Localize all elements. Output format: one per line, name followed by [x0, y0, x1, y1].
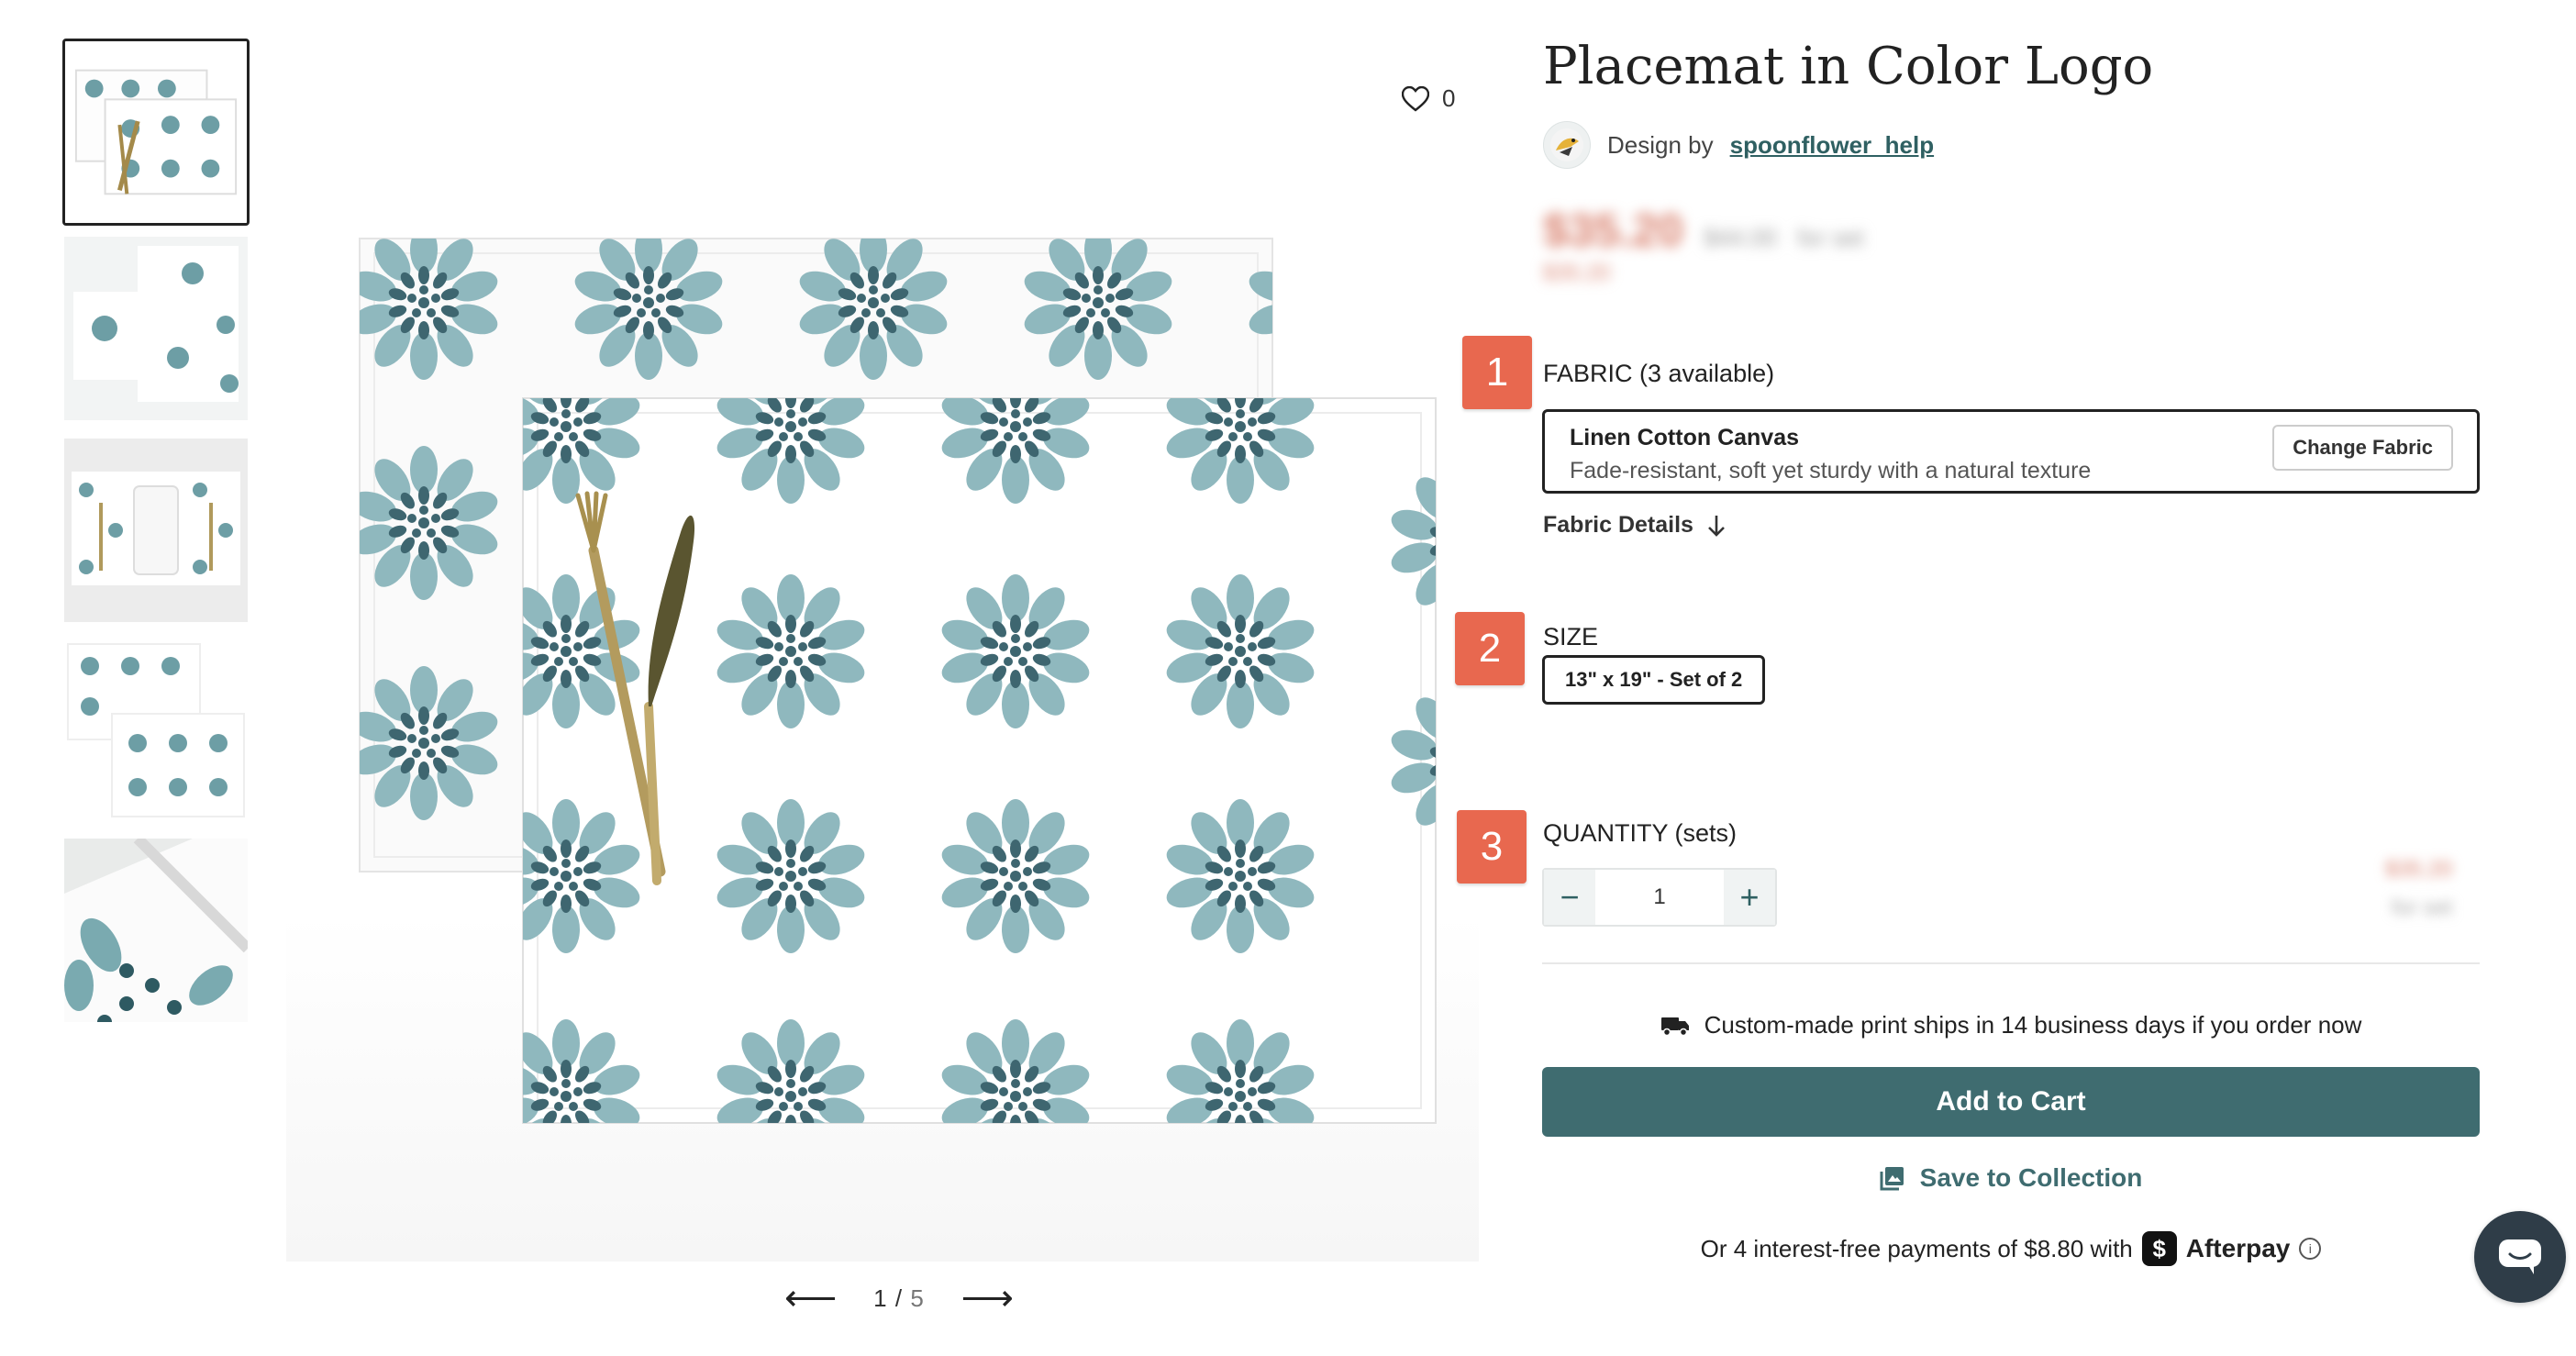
fabric-details-toggle[interactable]: Fabric Details — [1543, 512, 1727, 539]
previous-arrow-icon[interactable]: ⟵ — [784, 1280, 837, 1317]
line-price: $35.20 for set — [2385, 857, 2452, 921]
size-option-button[interactable]: 13" x 19" - Set of 2 — [1542, 655, 1766, 705]
thumbnail-4[interactable] — [64, 640, 248, 824]
afterpay-brand: Afterpay — [2185, 1234, 2291, 1262]
step-badge-2: 2 — [1455, 612, 1525, 685]
page-separator: / — [894, 1284, 904, 1312]
design-by-label: Design by — [1607, 130, 1714, 159]
price-block: $35.20 $44.00 for set $35.20 — [1543, 204, 1864, 286]
quantity-input[interactable]: 1 — [1595, 870, 1724, 925]
afterpay-notice: Or 4 interest-free payments of $8.80 wit… — [1542, 1231, 2480, 1266]
quantity-label: QUANTITY (sets) — [1543, 819, 1738, 847]
chat-bubble-icon — [2499, 1239, 2541, 1274]
placemat-illustration — [359, 238, 1437, 1124]
save-to-collection-label: Save to Collection — [1919, 1163, 2143, 1192]
thumbnail-image — [65, 41, 247, 223]
favorite-control[interactable]: 0 — [1402, 84, 1455, 113]
chat-launcher-button[interactable] — [2474, 1211, 2566, 1303]
arrow-down-icon — [1708, 515, 1725, 537]
step-badge-3: 3 — [1457, 810, 1527, 884]
add-to-cart-button[interactable]: Add to Cart — [1542, 1067, 2480, 1137]
quantity-stepper: − 1 + — [1542, 868, 1777, 927]
line-price-unit: for set — [2391, 895, 2453, 920]
collection-icon — [1880, 1167, 1904, 1191]
product-title: Placemat in Color Logo — [1543, 37, 2154, 96]
step-badge-1: 1 — [1462, 336, 1532, 409]
designer-line: Design by spoonflower_help — [1543, 121, 1934, 169]
image-pager: ⟵ 1 / 5 ⟶ — [784, 1275, 1014, 1321]
info-icon[interactable]: i — [2299, 1238, 2322, 1260]
page-total: 5 — [910, 1284, 925, 1312]
size-label: SIZE — [1543, 623, 1599, 650]
price-sale: $35.20 — [1543, 261, 1611, 285]
fabric-selector[interactable]: Linen Cotton Canvas Fade-resistant, soft… — [1542, 409, 2480, 494]
thumbnail-image — [64, 640, 248, 824]
thumbnail-2[interactable] — [64, 237, 248, 420]
page-indicator: 1 / 5 — [873, 1284, 925, 1313]
page-current: 1 — [873, 1284, 888, 1312]
fabric-details-label: Fabric Details — [1543, 512, 1693, 538]
quantity-decrease-button[interactable]: − — [1544, 870, 1595, 925]
quantity-increase-button[interactable]: + — [1724, 870, 1775, 925]
afterpay-logo-icon: $ — [2141, 1231, 2177, 1266]
save-to-collection-button[interactable]: Save to Collection — [1542, 1163, 2480, 1193]
change-fabric-button[interactable]: Change Fabric — [2272, 425, 2453, 471]
designer-avatar[interactable] — [1543, 121, 1591, 169]
afterpay-text: Or 4 interest-free payments of $8.80 wit… — [1700, 1234, 2133, 1262]
shipping-notice: Custom-made print ships in 14 business d… — [1542, 1011, 2480, 1039]
heart-icon — [1402, 85, 1429, 112]
next-arrow-icon[interactable]: ⟶ — [961, 1280, 1014, 1317]
thumbnail-5[interactable] — [64, 839, 248, 1022]
truck-icon — [1660, 1017, 1689, 1036]
thumbnail-3[interactable] — [64, 439, 248, 622]
price-main: $35.20 — [1543, 205, 1683, 256]
thumbnail-1[interactable] — [62, 39, 250, 226]
line-price-value: $35.20 — [2385, 857, 2453, 882]
fabric-name: Linen Cotton Canvas — [1570, 425, 1800, 450]
bird-logo-icon — [1550, 128, 1583, 161]
fabric-label: FABRIC (3 available) — [1543, 360, 1775, 387]
main-product-image[interactable] — [286, 101, 1479, 1262]
thumbnail-image — [64, 439, 248, 622]
thumbnail-image — [64, 237, 248, 420]
divider — [1542, 962, 2480, 964]
fabric-description: Fade-resistant, soft yet sturdy with a n… — [1570, 458, 2092, 483]
designer-link[interactable]: spoonflower_help — [1730, 131, 1934, 160]
shipping-text: Custom-made print ships in 14 business d… — [1704, 1011, 2362, 1039]
favorite-count: 0 — [1442, 84, 1456, 112]
price-old: $44.00 — [1704, 224, 1777, 251]
price-unit: for set — [1797, 224, 1864, 251]
thumbnail-image — [64, 839, 248, 1022]
